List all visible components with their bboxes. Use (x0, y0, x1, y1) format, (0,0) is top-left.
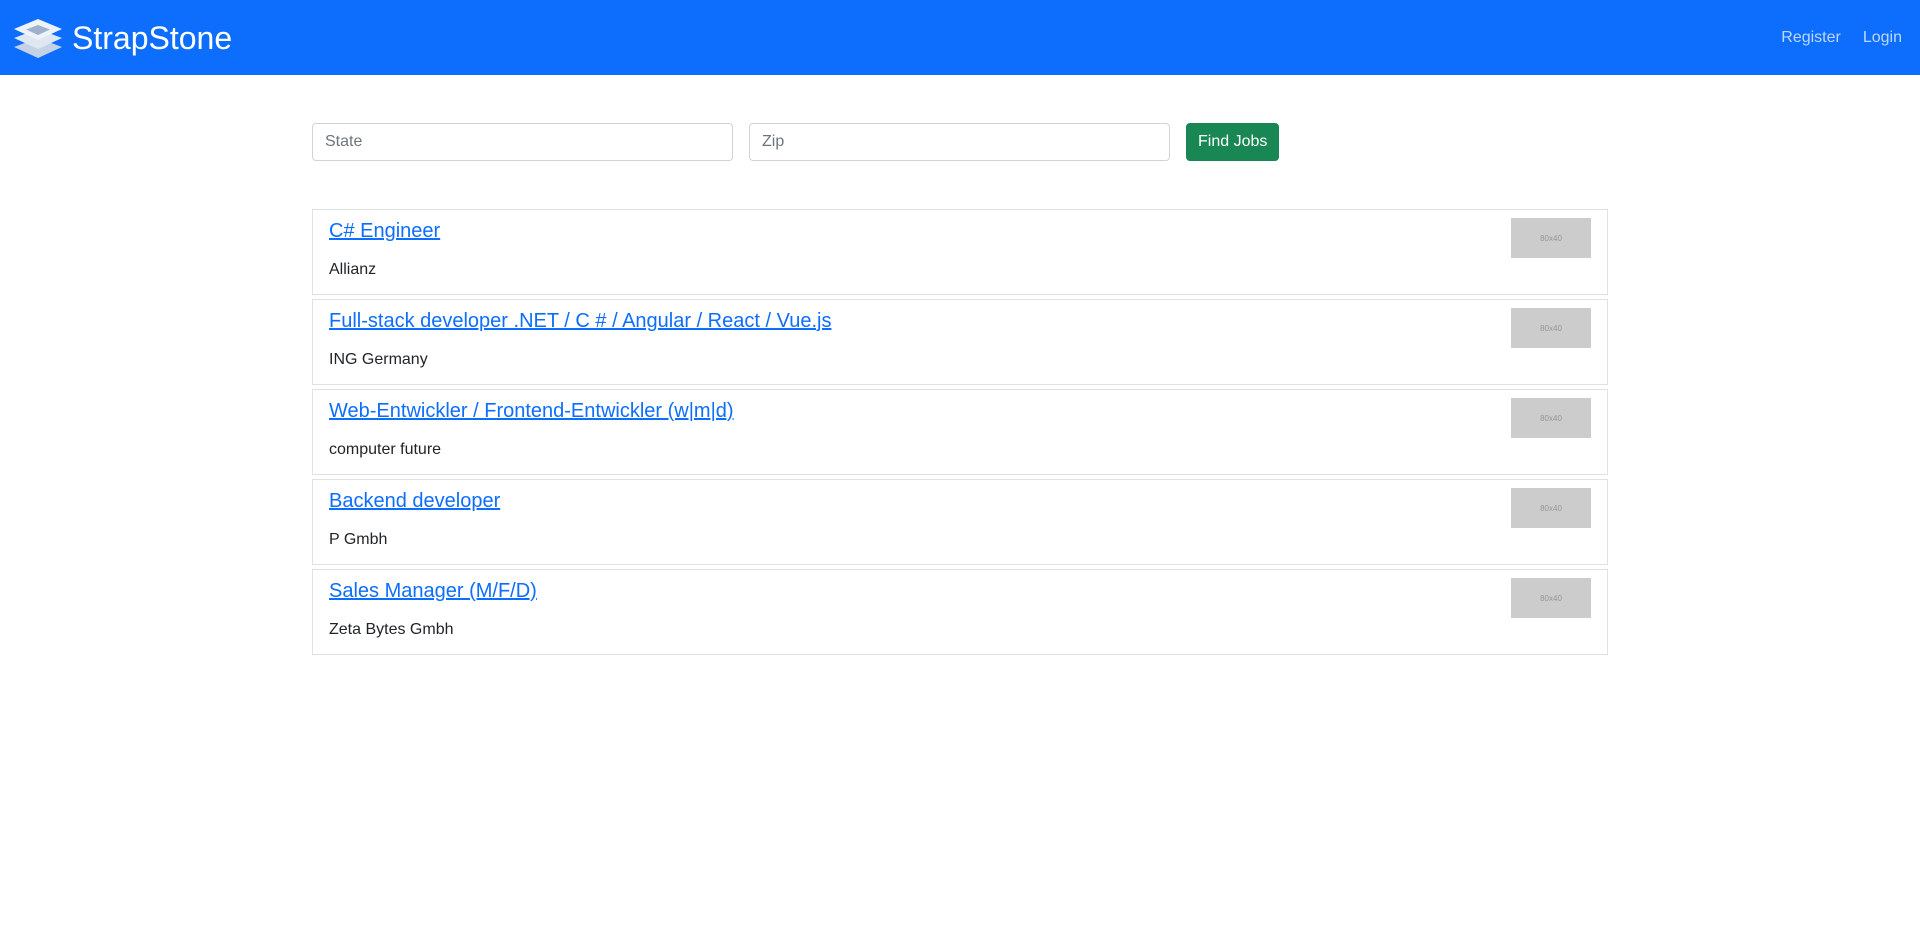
job-search-form: Find Jobs (312, 123, 1280, 161)
job-company: Allianz (329, 261, 377, 278)
job-card: Sales Manager (M/F/D) Zeta Bytes Gmbh 80… (312, 569, 1608, 655)
job-title-link[interactable]: C# Engineer (329, 220, 440, 243)
job-card: Backend developer P Gmbh 80x40 (312, 479, 1608, 565)
job-company: ING Germany (329, 351, 428, 368)
job-card: Full-stack developer .NET / C # / Angula… (312, 299, 1608, 385)
company-logo-placeholder: 80x40 (1511, 398, 1591, 438)
nav-links: Register Login (1781, 29, 1902, 47)
job-company: computer future (329, 441, 442, 458)
company-logo-placeholder: 80x40 (1511, 308, 1591, 348)
brand-link[interactable]: StrapStone (12, 16, 232, 60)
find-jobs-button[interactable]: Find Jobs (1186, 123, 1280, 161)
job-title-link[interactable]: Full-stack developer .NET / C # / Angula… (329, 310, 831, 333)
job-title-link[interactable]: Backend developer (329, 490, 500, 513)
job-company: P Gmbh (329, 531, 388, 548)
top-navbar: StrapStone Register Login (0, 0, 1920, 75)
job-title-link[interactable]: Web-Entwickler / Frontend-Entwickler (w|… (329, 400, 734, 423)
zip-input[interactable] (749, 123, 1170, 161)
job-card: C# Engineer Allianz 80x40 (312, 209, 1608, 295)
company-logo-placeholder: 80x40 (1511, 218, 1591, 258)
job-card: Web-Entwickler / Frontend-Entwickler (w|… (312, 389, 1608, 475)
register-link[interactable]: Register (1781, 29, 1841, 47)
layers-logo-icon (14, 18, 62, 58)
state-input[interactable] (312, 123, 733, 161)
job-company: Zeta Bytes Gmbh (329, 621, 454, 638)
company-logo-placeholder: 80x40 (1511, 578, 1591, 618)
job-list: C# Engineer Allianz 80x40 Full-stack dev… (312, 209, 1608, 659)
brand-name: StrapStone (72, 19, 233, 56)
job-title-link[interactable]: Sales Manager (M/F/D) (329, 580, 537, 603)
login-link[interactable]: Login (1863, 29, 1902, 47)
company-logo-placeholder: 80x40 (1511, 488, 1591, 528)
